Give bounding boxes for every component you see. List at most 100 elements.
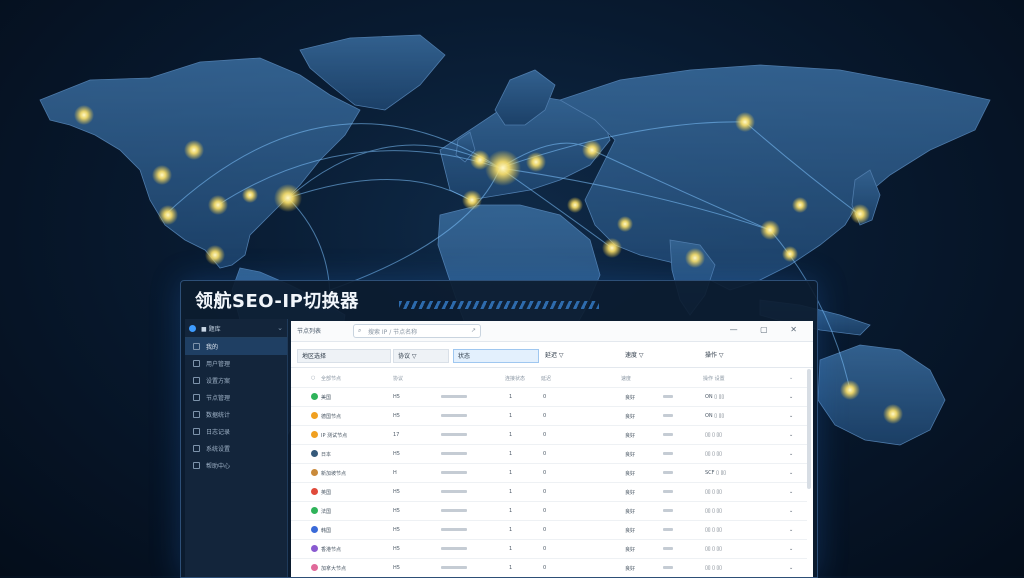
north-america-shape: [39, 57, 361, 269]
sidebar-item[interactable]: 帮助中心: [185, 457, 287, 474]
sidebar-item[interactable]: 设置方案: [185, 372, 287, 389]
help-icon: [193, 462, 200, 469]
column-header-protocol[interactable]: 协议 ▽: [393, 349, 449, 363]
row-latency: 1: [509, 489, 513, 495]
row-action[interactable]: ▯▯ ▯ ▯▯: [705, 527, 722, 533]
row-latency: 1: [509, 470, 513, 476]
status-dot-icon: [311, 507, 318, 514]
column-header-latency[interactable]: 延迟 ▽: [541, 349, 611, 363]
row-name: 香港节点: [321, 547, 342, 553]
row-action[interactable]: ▯▯ ▯ ▯▯: [705, 489, 722, 495]
column-header-speed[interactable]: 速度 ▽: [621, 349, 691, 363]
title-bar: 领航SEO-IP切换器: [181, 281, 817, 317]
row-name: 法国: [321, 509, 332, 515]
row-action[interactable]: ▯▯ ▯ ▯▯: [705, 546, 722, 552]
table-row[interactable]: 香港节点 H5 1 0 良好 ▯▯ ▯ ▯▯ ⌄: [291, 540, 807, 559]
table-row[interactable]: 新加坡节点 H 1 0 良好 SCF ▯ ▯▯ ⌄: [291, 464, 807, 483]
chevron-down-icon[interactable]: ⌄: [789, 508, 793, 514]
row-latency: 延迟: [541, 376, 552, 382]
window-controls[interactable]: — ▢ ✕: [730, 325, 807, 334]
row-speed: 良好: [625, 471, 636, 477]
table-row[interactable]: 加拿大节点 H5 1 0 良好 ▯▯ ▯ ▯▯ ⌄: [291, 559, 807, 577]
sidebar-item[interactable]: 用户管理: [185, 355, 287, 372]
row-action[interactable]: SCF ▯ ▯▯: [705, 470, 726, 476]
row-status: 0: [543, 527, 547, 533]
row-name: 英国: [321, 490, 332, 496]
status-dot-icon: [311, 431, 318, 438]
sidebar-item-label: 节点管理: [206, 395, 231, 402]
sidebar-header-label: ■ 题库: [201, 325, 221, 333]
table-row[interactable]: 日本 H5 1 0 良好 ▯▯ ▯ ▯▯ ⌄: [291, 445, 807, 464]
row-speed-placeholder: [663, 433, 673, 436]
chevron-down-icon[interactable]: ⌄: [789, 394, 793, 400]
row-action[interactable]: ON ▯ ▯▯: [705, 394, 724, 400]
app-window: 领航SEO-IP切换器 ■ 题库 ⌄ 我的 用户管理设置方案节点管理数据统计日志记…: [180, 280, 818, 578]
column-header-action[interactable]: 操作 ▽: [701, 349, 801, 363]
chevron-down-icon[interactable]: ⌄: [789, 546, 793, 552]
row-speed: 良好: [625, 528, 636, 534]
row-action[interactable]: ▯▯ ▯ ▯▯: [705, 432, 722, 438]
table-header: 地区选择 协议 ▽ 状态 延迟 ▽ 速度 ▽ 操作 ▽: [291, 345, 813, 368]
chevron-down-icon[interactable]: ⌄: [789, 470, 793, 476]
status-dot-icon: [311, 526, 318, 533]
row-action[interactable]: ▯▯ ▯ ▯▯: [705, 565, 722, 571]
search-expand-icon[interactable]: ↗: [471, 327, 476, 334]
row-speed: 速度: [621, 376, 632, 382]
row-ip-placeholder: [441, 547, 467, 550]
table-row[interactable]: ○ 全部节点 协议 连接状态 延迟 速度 操作 设置 ⌄: [291, 369, 807, 388]
chevron-down-icon[interactable]: ⌄: [789, 375, 793, 381]
toolbar: 节点列表 ⌕ 搜索 IP / 节点名称 ↗ — ▢ ✕: [291, 321, 813, 342]
sidebar-item[interactable]: 系统设置: [185, 440, 287, 457]
search-input[interactable]: ⌕ 搜索 IP / 节点名称 ↗: [353, 324, 481, 338]
chevron-down-icon[interactable]: ⌄: [789, 565, 793, 571]
row-latency: 1: [509, 546, 513, 552]
chevron-down-icon[interactable]: ⌄: [277, 324, 283, 332]
row-action[interactable]: ▯▯ ▯ ▯▯: [705, 508, 722, 514]
row-speed-placeholder: [663, 509, 673, 512]
row-ip-placeholder: [441, 528, 467, 531]
chevron-down-icon[interactable]: ⌄: [789, 527, 793, 533]
row-action[interactable]: 操作 设置: [703, 375, 725, 382]
chevron-down-icon[interactable]: ⌄: [789, 413, 793, 419]
row-name: 德国节点: [321, 414, 342, 420]
table-row[interactable]: 德国节点 H5 1 0 良好 ON ▯ ▯▯ ⌄: [291, 407, 807, 426]
row-action[interactable]: ON ▯ ▯▯: [705, 413, 724, 419]
row-status: 0: [543, 508, 547, 514]
chevron-down-icon[interactable]: ⌄: [789, 432, 793, 438]
sidebar-item-label: 日志记录: [206, 429, 231, 436]
row-protocol: H5: [393, 508, 400, 514]
column-header-status[interactable]: 状态: [453, 349, 539, 363]
row-speed: 良好: [625, 566, 636, 572]
chevron-down-icon[interactable]: ⌄: [789, 489, 793, 495]
sidebar-item-label: 设置方案: [206, 378, 231, 385]
sidebar-item[interactable]: 数据统计: [185, 406, 287, 423]
status-dot-icon: [311, 393, 318, 400]
toolbar-title: 节点列表: [297, 328, 322, 335]
sidebar-item[interactable]: 我的: [185, 338, 287, 355]
row-protocol: H5: [393, 565, 400, 571]
row-latency: 1: [509, 451, 513, 457]
table-row[interactable]: 韩国 H5 1 0 良好 ▯▯ ▯ ▯▯ ⌄: [291, 521, 807, 540]
search-placeholder: 搜索 IP / 节点名称: [368, 329, 418, 336]
checkbox-icon[interactable]: ○: [311, 375, 315, 381]
row-ip-placeholder: [441, 566, 467, 569]
scrollbar[interactable]: [807, 369, 811, 489]
sidebar-item[interactable]: 节点管理: [185, 389, 287, 406]
chevron-down-icon[interactable]: ⌄: [789, 451, 793, 457]
row-name: 日本: [321, 452, 332, 458]
sidebar-item[interactable]: 日志记录: [185, 423, 287, 440]
table-row[interactable]: 法国 H5 1 0 良好 ▯▯ ▯ ▯▯ ⌄: [291, 502, 807, 521]
column-header-region[interactable]: 地区选择: [297, 349, 391, 363]
row-protocol: H5: [393, 527, 400, 533]
row-latency: 1: [509, 394, 513, 400]
row-speed-placeholder: [663, 528, 673, 531]
row-status: 0: [543, 546, 547, 552]
table-row[interactable]: 英国 H5 1 0 良好 ▯▯ ▯ ▯▯ ⌄: [291, 483, 807, 502]
table-row[interactable]: IP 测试节点 17 1 0 良好 ▯▯ ▯ ▯▯ ⌄: [291, 426, 807, 445]
row-action[interactable]: ▯▯ ▯ ▯▯: [705, 451, 722, 457]
table-row[interactable]: 美国 H5 1 0 良好 ON ▯ ▯▯ ⌄: [291, 388, 807, 407]
row-status: 0: [543, 394, 547, 400]
row-speed-placeholder: [663, 471, 673, 474]
sidebar-header[interactable]: ■ 题库 ⌄: [185, 319, 287, 338]
status-dot-icon: [311, 469, 318, 476]
